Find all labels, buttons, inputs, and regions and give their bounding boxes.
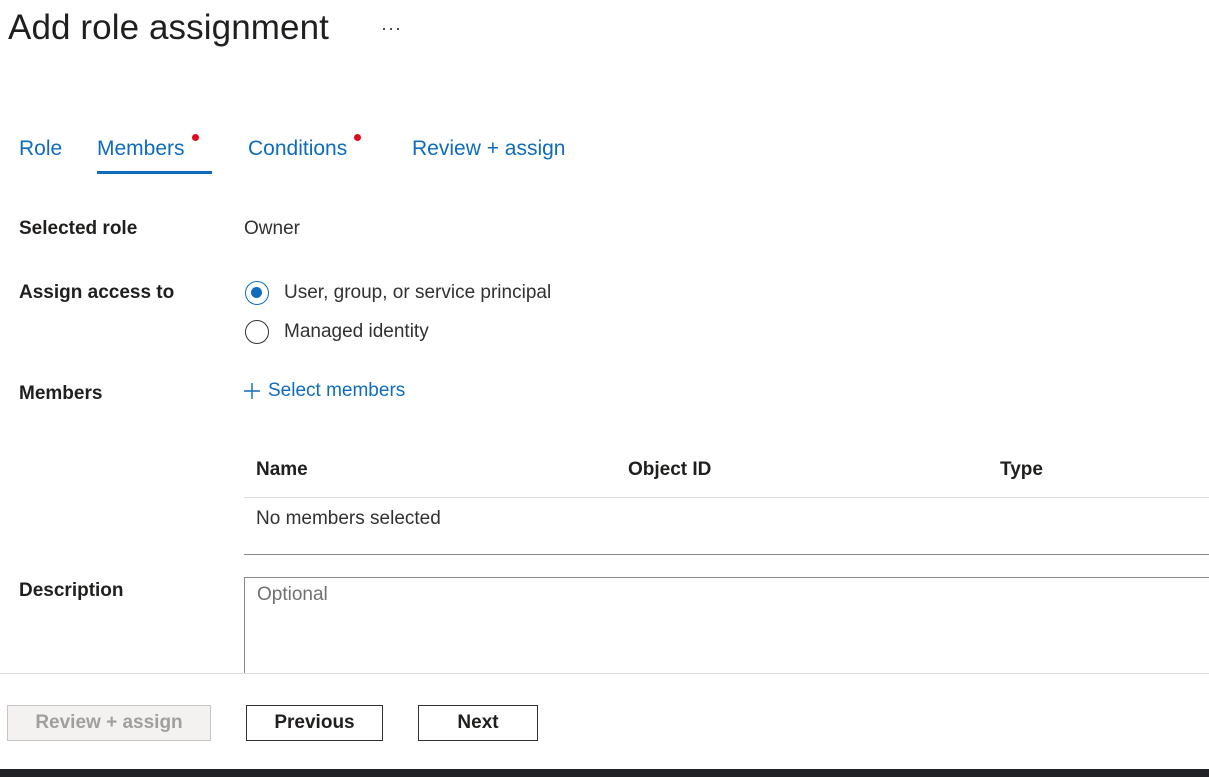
radio-user-group-sp-label: User, group, or service principal [284, 282, 552, 303]
table-header: Name Object ID Type [244, 447, 1209, 498]
members-table: Name Object ID Type No members selected [244, 447, 1209, 555]
radio-managed-identity[interactable]: Managed identity [245, 318, 429, 346]
more-options-icon[interactable]: ··· [381, 18, 402, 39]
plus-icon [244, 383, 260, 399]
radio-unchecked-icon[interactable] [245, 320, 269, 344]
next-button[interactable]: Next [418, 705, 538, 741]
description-field[interactable] [244, 577, 1209, 687]
selected-role-value: Owner [244, 218, 300, 239]
tab-role-label: Role [19, 137, 63, 160]
tab-members-label: Members [97, 137, 185, 160]
tab-conditions-label: Conditions [248, 137, 348, 160]
select-members-link[interactable]: Select members [244, 380, 405, 402]
select-members-label: Select members [268, 380, 406, 401]
column-header-type[interactable]: Type [1000, 459, 1043, 481]
previous-button[interactable]: Previous [246, 705, 383, 741]
radio-checked-icon[interactable] [245, 281, 269, 305]
tab-review-assign-label: Review + assign [412, 137, 566, 160]
tab-role[interactable]: Role [19, 132, 62, 174]
required-dot-icon [192, 134, 199, 141]
empty-state-text: No members selected [256, 508, 441, 529]
page-title: Add role assignment [8, 8, 329, 47]
selected-role-label: Selected role [19, 218, 138, 239]
radio-user-group-sp[interactable]: User, group, or service principal [245, 279, 551, 307]
taskbar [0, 769, 1209, 777]
review-assign-button[interactable]: Review + assign [7, 705, 211, 741]
wizard-footer: Review + assign Previous Next [0, 673, 1209, 770]
tab-review-assign[interactable]: Review + assign [412, 132, 566, 174]
column-header-object-id[interactable]: Object ID [628, 459, 711, 481]
radio-managed-identity-label: Managed identity [284, 321, 429, 342]
column-header-name[interactable]: Name [256, 459, 308, 481]
assign-access-label: Assign access to [19, 282, 175, 303]
table-row: No members selected [244, 498, 1209, 555]
members-label: Members [19, 383, 103, 404]
required-dot-icon [354, 134, 361, 141]
tab-conditions[interactable]: Conditions [248, 132, 361, 174]
wizard-tabs: Role Members Conditions Review + assign [0, 132, 700, 176]
tab-members[interactable]: Members [97, 132, 212, 174]
description-label: Description [19, 580, 124, 601]
